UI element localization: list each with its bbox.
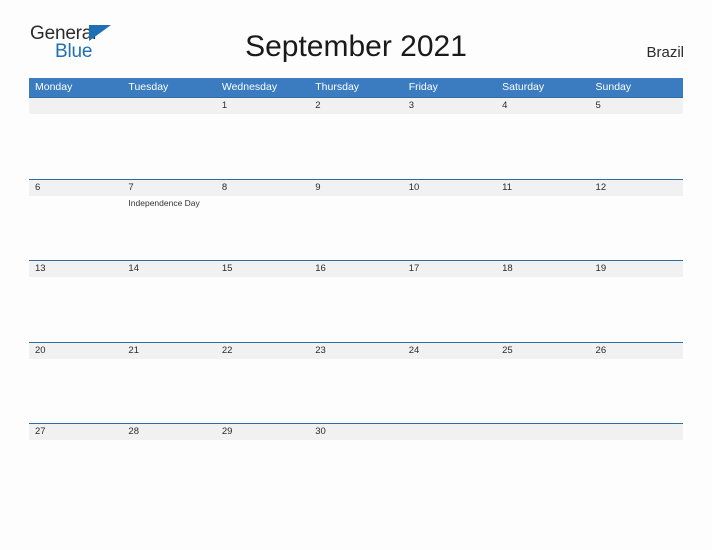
day-number[interactable]: 10 <box>403 180 496 196</box>
day-number[interactable]: 25 <box>496 343 589 359</box>
calendar-grid: Monday Tuesday Wednesday Thursday Friday… <box>29 78 683 505</box>
day-event <box>122 114 215 178</box>
weekday-header-friday: Friday <box>408 81 438 93</box>
day-event: Independence Day <box>128 197 200 208</box>
day-event <box>309 114 402 178</box>
day-number[interactable]: 1 <box>216 98 309 114</box>
day-number[interactable]: 27 <box>29 424 122 440</box>
day-event <box>29 196 122 260</box>
day-event <box>403 440 496 504</box>
week-row: 27 28 29 30 <box>29 423 683 505</box>
day-number[interactable]: 5 <box>590 98 683 114</box>
day-number[interactable]: 20 <box>29 343 122 359</box>
day-event <box>496 359 589 423</box>
week-event-band: Independence Day <box>29 195 683 260</box>
day-event <box>590 196 683 260</box>
week-date-band: 27 28 29 30 <box>29 424 683 440</box>
weekday-header-monday: Monday <box>35 81 73 93</box>
weekday-header-saturday: Saturday <box>502 81 545 93</box>
weekday-header-sunday: Sunday <box>595 81 632 93</box>
day-event <box>590 114 683 178</box>
week-event-band <box>29 277 683 341</box>
day-event <box>403 359 496 423</box>
day-event <box>496 114 589 178</box>
weekday-header-wednesday: Wednesday <box>221 81 278 93</box>
week-event-band <box>29 358 683 423</box>
day-number[interactable]: 30 <box>309 424 402 440</box>
week-row: 6 7 8 9 10 11 12 Independence Day <box>29 178 683 261</box>
day-event <box>216 114 309 178</box>
day-number[interactable]: 13 <box>29 261 122 277</box>
day-event <box>122 440 215 504</box>
day-event <box>29 114 122 178</box>
day-number[interactable]: 15 <box>216 261 309 277</box>
day-event <box>122 277 215 341</box>
week-row: 1 2 3 4 5 <box>29 97 683 179</box>
day-event <box>309 277 402 341</box>
page-title: September 2021 <box>245 30 467 63</box>
day-number[interactable]: 26 <box>590 343 683 359</box>
day-number[interactable]: 9 <box>309 180 402 196</box>
week-date-band: 6 7 8 9 10 11 12 <box>29 179 683 196</box>
week-date-band: 13 14 15 16 17 18 19 <box>29 261 683 277</box>
week-date-band: 20 21 22 23 24 25 26 <box>29 342 683 359</box>
day-number[interactable]: 7 <box>122 180 215 196</box>
day-event <box>590 277 683 341</box>
day-number[interactable]: 4 <box>496 98 589 114</box>
day-number[interactable]: 8 <box>216 180 309 196</box>
day-number[interactable]: 29 <box>216 424 309 440</box>
day-number[interactable]: 16 <box>309 261 402 277</box>
day-event <box>29 359 122 423</box>
day-number[interactable]: 3 <box>403 98 496 114</box>
day-event <box>309 196 402 260</box>
week-event-band <box>29 114 683 178</box>
day-number[interactable]: 24 <box>403 343 496 359</box>
day-event <box>309 440 402 504</box>
day-number[interactable]: 23 <box>309 343 402 359</box>
week-row: 13 14 15 16 17 18 19 <box>29 260 683 342</box>
day-number[interactable]: 22 <box>216 343 309 359</box>
day-event <box>590 359 683 423</box>
day-number[interactable]: 11 <box>496 180 589 196</box>
week-event-band <box>29 440 683 504</box>
day-number[interactable] <box>403 424 496 440</box>
weekday-header-row: Monday Tuesday Wednesday Thursday Friday… <box>29 78 683 97</box>
day-number[interactable]: 6 <box>29 180 122 196</box>
day-event <box>403 114 496 178</box>
day-number[interactable]: 14 <box>122 261 215 277</box>
day-event <box>590 440 683 504</box>
day-number[interactable]: 21 <box>122 343 215 359</box>
day-event <box>29 440 122 504</box>
day-event <box>496 277 589 341</box>
week-row: 20 21 22 23 24 25 26 <box>29 341 683 424</box>
day-number[interactable] <box>590 424 683 440</box>
day-number[interactable]: 28 <box>122 424 215 440</box>
day-number[interactable] <box>29 98 122 114</box>
day-event <box>29 277 122 341</box>
day-number[interactable]: 12 <box>590 180 683 196</box>
day-number[interactable] <box>496 424 589 440</box>
day-number[interactable]: 17 <box>403 261 496 277</box>
day-event <box>496 196 589 260</box>
day-event <box>216 440 309 504</box>
country-label: Brazil <box>646 44 684 61</box>
day-number[interactable]: 18 <box>496 261 589 277</box>
day-number[interactable] <box>122 98 215 114</box>
page-header: General Blue September 2021 Brazil <box>0 0 712 63</box>
weekday-header-tuesday: Tuesday <box>128 81 169 93</box>
day-event <box>403 277 496 341</box>
day-event <box>403 196 496 260</box>
day-event <box>496 440 589 504</box>
weekday-header-thursday: Thursday <box>315 81 360 93</box>
day-number[interactable]: 19 <box>590 261 683 277</box>
day-event <box>122 359 215 423</box>
day-event <box>309 359 402 423</box>
day-number[interactable]: 2 <box>309 98 402 114</box>
day-event <box>216 277 309 341</box>
day-event <box>216 196 309 260</box>
day-event <box>216 359 309 423</box>
week-date-band: 1 2 3 4 5 <box>29 98 683 114</box>
